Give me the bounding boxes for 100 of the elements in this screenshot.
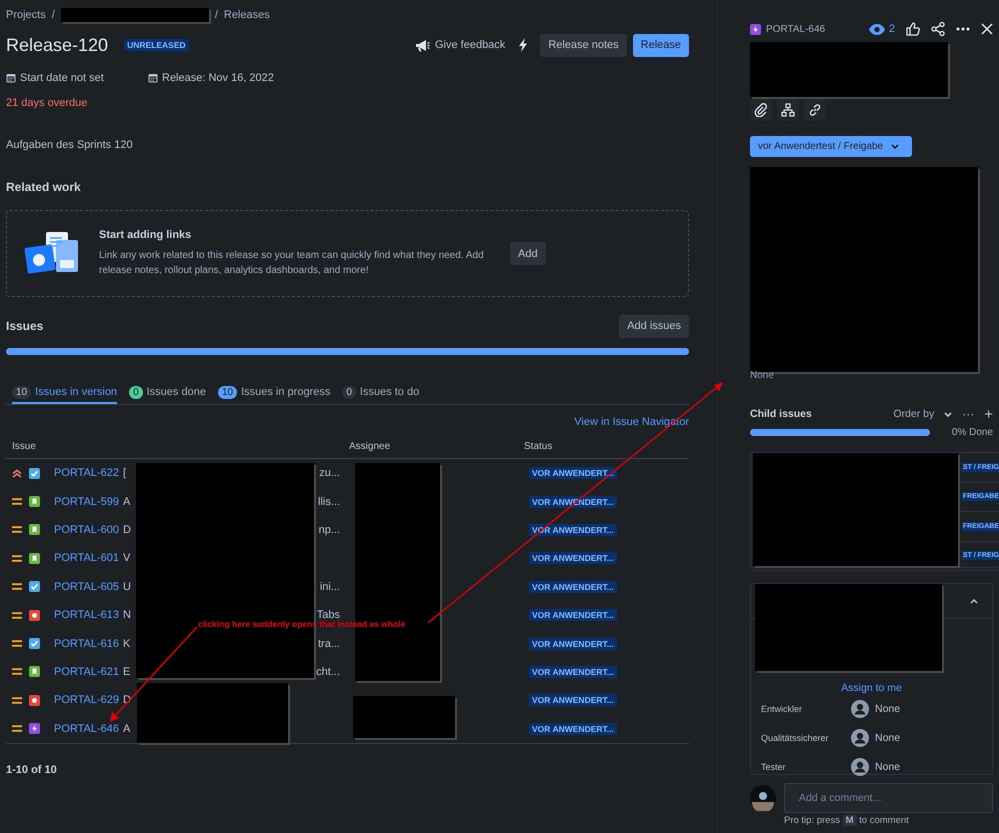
- section-heading: Related work: [6, 179, 82, 195]
- annotation-text: clicking here suddenly opens that instead as whole: [198, 619, 406, 629]
- issue-key-link[interactable]: PORTAL-646: [54, 722, 123, 735]
- breadcrumb-link[interactable]: Projects: [6, 9, 46, 21]
- status-lozenge: VOR ANWENDERT...: [529, 694, 617, 706]
- caret-up-icon[interactable]: [970, 598, 978, 604]
- tab-label: Issues to do: [360, 386, 420, 398]
- close-icon[interactable]: [981, 23, 993, 35]
- issue-key-link[interactable]: PORTAL-621: [54, 666, 123, 678]
- release-description: Aufgaben des Sprints 120: [6, 138, 134, 153]
- tab-label: Issues done: [146, 386, 206, 398]
- medium-priority-icon: [12, 583, 22, 590]
- summary-text: tra...: [318, 638, 340, 650]
- thumbs-up-icon[interactable]: [906, 22, 920, 36]
- share-icon[interactable]: [931, 22, 945, 36]
- issue-tab[interactable]: 10 Issues in version: [12, 382, 118, 404]
- issue-key-link[interactable]: PORTAL-605: [54, 580, 123, 593]
- order-by-dropdown[interactable]: Order by: [893, 408, 952, 420]
- feedback-button[interactable]: Give feedback: [414, 38, 506, 52]
- tab-label: Issues in progress: [241, 386, 330, 398]
- issue-tab[interactable]: 0 Issues to do: [342, 382, 420, 404]
- summary-text: E: [123, 666, 130, 678]
- issue-key-link[interactable]: PORTAL-599: [54, 496, 123, 508]
- medium-priority-icon: [12, 612, 22, 619]
- add-link-button[interactable]: Add: [510, 242, 546, 265]
- release-button[interactable]: Release: [632, 34, 689, 56]
- pro-tip-text: Pro tip: press M to comment: [784, 815, 910, 827]
- overdue-text: 21 days overdue: [6, 96, 88, 111]
- status-lozenge: VOR ANWENDERT...: [529, 552, 617, 564]
- field-value: None: [875, 732, 900, 744]
- start-date: Start date not set: [20, 72, 104, 84]
- count-badge: 0: [129, 386, 143, 398]
- field-label: Tester: [761, 762, 787, 772]
- summary-text: D: [123, 524, 131, 536]
- empty-state-title: Start adding links: [99, 229, 192, 241]
- summary-text: zu...: [319, 467, 340, 480]
- task-type-icon: [29, 581, 40, 592]
- link-button[interactable]: [804, 99, 826, 121]
- task-type-icon: [29, 468, 40, 479]
- issue-key-link[interactable]: PORTAL-616: [54, 638, 123, 650]
- comment-field[interactable]: Add a comment...: [784, 783, 993, 813]
- person-icon: [851, 700, 869, 718]
- watcher-count: 2: [888, 23, 895, 35]
- summary-text: K: [123, 638, 130, 650]
- breadcrumb-separator: /: [214, 9, 218, 21]
- calendar-icon: [6, 73, 16, 83]
- story-type-icon: [29, 524, 40, 536]
- status-lozenge: VOR ANWENDERT...: [529, 722, 617, 735]
- summary-text: N: [123, 609, 131, 622]
- issue-key-link[interactable]: PORTAL-601: [54, 552, 123, 564]
- watchers-button[interactable]: 2: [868, 23, 895, 35]
- field-value: None: [875, 760, 900, 772]
- medium-priority-icon: [12, 668, 22, 676]
- epic-type-icon: [750, 24, 761, 34]
- story-type-icon: [29, 666, 40, 678]
- release-notes-button[interactable]: Release notes: [540, 34, 627, 56]
- chevron-down-icon: [944, 412, 952, 416]
- column-header: Status: [524, 441, 554, 454]
- bug-type-icon: [29, 694, 40, 706]
- count-badge: 10: [218, 386, 238, 398]
- issue-key-link[interactable]: PORTAL-622: [54, 467, 123, 480]
- issue-key-link[interactable]: PORTAL-629: [54, 694, 123, 706]
- link-icon: [808, 103, 822, 117]
- issue-tab[interactable]: 10 Issues in progress: [218, 382, 330, 404]
- calendar-icon: [148, 73, 158, 83]
- breadcrumb-link[interactable]: Releases: [224, 9, 270, 21]
- results-count: 1-10 of 10: [6, 762, 58, 778]
- task-type-icon: [29, 638, 40, 650]
- add-child-button[interactable]: +: [984, 406, 993, 422]
- more-icon[interactable]: [956, 27, 970, 31]
- status-lozenge: VOR ANWENDERT...: [529, 609, 617, 622]
- issue-tab[interactable]: 0 Issues done: [129, 382, 206, 404]
- issue-key-link[interactable]: PORTAL-646: [766, 24, 826, 34]
- medium-priority-icon: [12, 725, 22, 732]
- epic-type-icon: [29, 723, 40, 734]
- hierarchy-icon: [781, 103, 795, 117]
- lightning-icon[interactable]: [518, 38, 528, 52]
- field-label: Entwickler: [761, 704, 804, 714]
- empty-state-description: Link any work related to this release so your team can quickly find what they need. Add release notes, rollout plans, analytics dashboards, and more!: [99, 249, 485, 278]
- megaphone-icon: [414, 38, 430, 52]
- medium-priority-icon: [12, 498, 22, 506]
- status-lozenge: VOR ANWENDERT...: [529, 580, 617, 593]
- field-value: None: [875, 702, 900, 714]
- issue-key-link[interactable]: PORTAL-613: [54, 609, 123, 622]
- field-value: None: [750, 370, 775, 382]
- more-button[interactable]: ···: [962, 407, 974, 421]
- child-issue-button[interactable]: [777, 99, 799, 121]
- issue-key-link[interactable]: PORTAL-600: [54, 524, 123, 536]
- chevron-down-icon: [891, 144, 900, 149]
- assign-to-me-link[interactable]: Assign to me: [841, 682, 902, 694]
- story-type-icon: [29, 552, 40, 564]
- summary-text: U: [123, 580, 131, 593]
- attach-button[interactable]: [750, 99, 772, 121]
- summary-text: A: [123, 496, 130, 508]
- child-issues-heading: Child issues: [750, 408, 812, 420]
- summary-text: cht...: [316, 666, 340, 678]
- status-dropdown[interactable]: vor Anwendertest / Freigabe: [750, 136, 912, 157]
- add-issues-button[interactable]: Add issues: [619, 314, 689, 338]
- field-label: Qualitätssicherer: [761, 732, 830, 742]
- high-priority-icon: [12, 468, 22, 478]
